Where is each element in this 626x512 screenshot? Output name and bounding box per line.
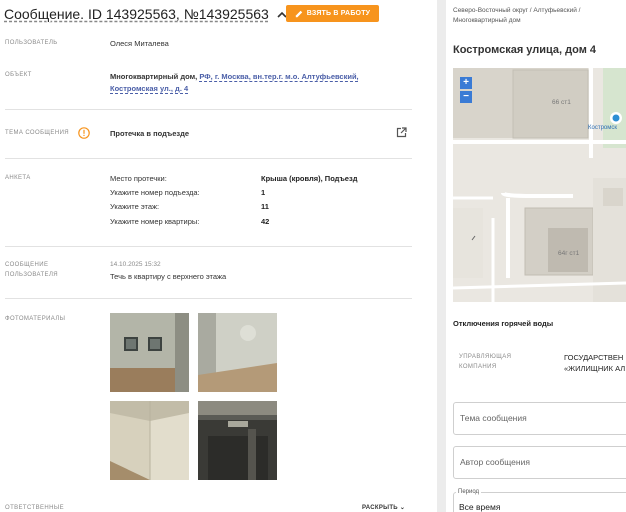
user-value: Олеся Миталева [110, 39, 169, 48]
divider [5, 158, 412, 159]
anketa-question: Укажите номер квартиры: [110, 217, 200, 226]
responsible-label: ОТВЕТСТВЕННЫЕ [5, 505, 64, 511]
warning-icon [78, 127, 90, 139]
take-to-work-button[interactable]: ВЗЯТЬ В РАБОТУ [286, 5, 379, 22]
anketa-question: Место протечки: [110, 174, 167, 183]
photo-thumbnail[interactable] [198, 401, 277, 480]
anketa-answer: 42 [261, 217, 270, 226]
object-title: Костромская улица, дом 4 [453, 44, 597, 56]
anketa-question: Укажите этаж: [110, 202, 160, 211]
user-message-text: Течь в квартиру с верхнего этажа [110, 272, 227, 281]
message-panel: Сообщение. ID 143925563, №143925563 ВЗЯТ… [0, 0, 437, 512]
photo-thumbnail[interactable] [198, 313, 277, 392]
divider [5, 298, 412, 299]
divider [5, 246, 412, 247]
anketa-answer: 1 [261, 188, 266, 197]
zoom-out-button[interactable]: − [460, 91, 472, 103]
chevron-down-icon: ⌄ [399, 505, 406, 511]
object-value: Многоквартирный дом, РФ, г. Москва, вн.т… [110, 71, 375, 94]
user-message-date: 14.10.2025 15:32 [110, 261, 161, 268]
map-canvas [453, 68, 626, 302]
management-company-label: УПРАВЛЯЮЩАЯ КОМПАНИЯ [459, 354, 512, 370]
photos-label: ФОТОМАТЕРИАЛЫ [5, 316, 66, 322]
management-company-value: ГОСУДАРСТВЕН «ЖИЛИЩНИК АЛ [564, 353, 626, 373]
hot-water-outages[interactable]: Отключения горячей воды [453, 319, 553, 328]
building-label: 64г ст1 [558, 250, 580, 257]
panel-divider [437, 0, 446, 512]
user-label: ПОЛЬЗОВАТЕЛЬ [5, 40, 58, 46]
photo-image [198, 401, 277, 480]
photo-image [110, 401, 189, 480]
breadcrumb: Северо-Восточный округ / Алтуфьевский / … [453, 7, 581, 24]
topic-value: Протечка в подъезде [110, 129, 190, 138]
anketa-answer: Крыша (кровля), Подъезд [261, 174, 358, 183]
expand-button[interactable]: РАСКРЫТЬ ⌄ [362, 504, 405, 511]
anketa-label: АНКЕТА [5, 175, 31, 181]
user-message-label: СООБЩЕНИЕ ПОЛЬЗОВАТЕЛЯ [5, 262, 59, 278]
photo-image [198, 313, 277, 392]
zoom-in-button[interactable]: + [460, 77, 472, 89]
period-value: Все время [459, 502, 501, 512]
open-external-icon[interactable] [396, 127, 407, 138]
author-filter-input[interactable]: Автор сообщения [453, 446, 626, 479]
street-label: Костромск [588, 125, 618, 131]
divider [5, 109, 412, 110]
topic-label: ТЕМА СООБЩЕНИЯ [5, 130, 70, 136]
photo-thumbnail[interactable] [110, 401, 189, 480]
period-label: Период [456, 489, 482, 495]
photo-image [110, 313, 189, 392]
topic-filter-input[interactable]: Тема сообщения [453, 402, 626, 435]
object-type: Многоквартирный дом, [110, 72, 198, 81]
anketa-answer: 11 [261, 202, 269, 211]
message-title[interactable]: Сообщение. ID 143925563, №143925563 [4, 6, 289, 22]
map[interactable]: + − 66 ст1 64г ст1 Костромск [453, 68, 626, 302]
object-panel: Северо-Восточный округ / Алтуфьевский / … [446, 0, 626, 512]
object-label: ОБЪЕКТ [5, 72, 32, 78]
anketa-question: Укажите номер подъезда: [110, 188, 200, 197]
building-label: 66 ст1 [552, 99, 571, 106]
pencil-icon [295, 10, 302, 17]
photo-thumbnail[interactable] [110, 313, 189, 392]
